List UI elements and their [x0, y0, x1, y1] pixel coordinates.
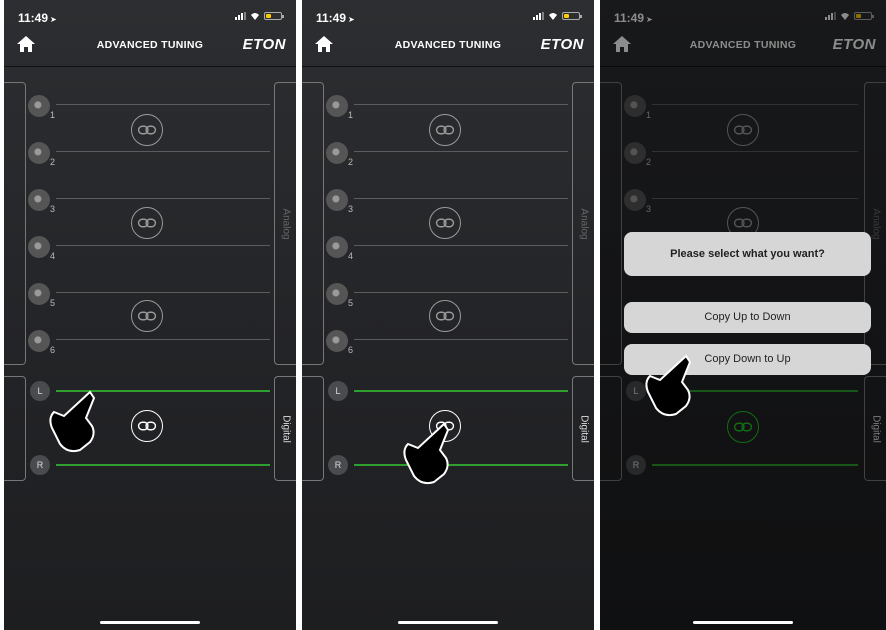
digital-left-knob[interactable]: L — [328, 381, 348, 401]
battery-icon — [264, 12, 284, 20]
link-icon[interactable] — [429, 300, 461, 332]
channel-5-line — [354, 292, 568, 293]
hand-pointer-icon — [645, 354, 692, 417]
digital-right-line — [56, 464, 270, 466]
channel-3-label: 3 — [348, 204, 354, 214]
channel-1-knob[interactable] — [326, 95, 348, 117]
wifi-icon — [251, 13, 259, 20]
channel-3-knob[interactable] — [326, 189, 348, 211]
channel-3-knob[interactable] — [28, 189, 50, 211]
digital-tab[interactable]: Digital — [274, 376, 296, 481]
digital-tab-left[interactable] — [4, 376, 26, 481]
app-header: ADVANCED TUNING ETON — [302, 30, 594, 62]
link-icon[interactable] — [131, 114, 163, 146]
signal-icon — [533, 12, 544, 20]
channel-1-label: 1 — [50, 110, 56, 120]
channel-6-label: 6 — [50, 345, 56, 355]
channel-6-line — [354, 339, 568, 340]
channel-1-knob[interactable] — [28, 95, 50, 117]
digital-tab[interactable]: Digital — [572, 376, 594, 481]
home-indicator — [693, 621, 793, 624]
channel-6-knob[interactable] — [28, 330, 50, 352]
battery-icon — [562, 12, 582, 20]
phone-screen-3: 11:49 ➤ ADVANCED TUNING ETON Analog Digit… — [600, 0, 886, 630]
channel-5-label: 5 — [50, 298, 56, 308]
channel-4-knob[interactable] — [28, 236, 50, 258]
channel-4-line — [354, 245, 568, 246]
link-icon[interactable] — [429, 207, 461, 239]
status-time: 11:49 ➤ — [316, 11, 355, 25]
analog-tab-left[interactable] — [4, 82, 26, 365]
channel-1-label: 1 — [348, 110, 354, 120]
link-icon[interactable] — [131, 207, 163, 239]
home-indicator — [100, 621, 200, 624]
channel-2-label: 2 — [50, 157, 56, 167]
channel-5-label: 5 — [348, 298, 354, 308]
channel-5-knob[interactable] — [326, 283, 348, 305]
signal-icon — [235, 12, 246, 20]
channel-1-line — [56, 104, 270, 105]
channel-3-line — [354, 198, 568, 199]
channel-3-label: 3 — [50, 204, 56, 214]
link-icon[interactable] — [429, 114, 461, 146]
channel-2-knob[interactable] — [28, 142, 50, 164]
analog-tab[interactable]: Analog — [274, 82, 296, 365]
channel-2-knob[interactable] — [326, 142, 348, 164]
analog-tab[interactable]: Analog — [572, 82, 594, 365]
app-header: ADVANCED TUNING ETON — [4, 30, 296, 62]
eton-logo: ETON — [242, 36, 286, 53]
header-divider — [4, 66, 296, 67]
digital-right-knob[interactable]: R — [328, 455, 348, 475]
digital-tab-left[interactable] — [302, 376, 324, 481]
channel-3-line — [56, 198, 270, 199]
status-bar: 11:49 ➤ — [302, 0, 594, 30]
channel-4-line — [56, 245, 270, 246]
channel-6-line — [56, 339, 270, 340]
link-icon[interactable] — [131, 300, 163, 332]
channel-4-label: 4 — [50, 251, 56, 261]
channel-5-line — [56, 292, 270, 293]
digital-left-line — [354, 390, 568, 392]
home-indicator — [398, 621, 498, 624]
status-time: 11:49 ➤ — [18, 11, 57, 25]
link-icon[interactable] — [131, 410, 163, 442]
header-divider — [302, 66, 594, 67]
channel-6-knob[interactable] — [326, 330, 348, 352]
channel-2-label: 2 — [348, 157, 354, 167]
hand-pointer-icon — [49, 390, 96, 453]
dialog-title: Please select what you want? — [624, 232, 871, 276]
channel-1-line — [354, 104, 568, 105]
digital-right-line — [354, 464, 568, 466]
channel-6-label: 6 — [348, 345, 354, 355]
eton-logo: ETON — [540, 36, 584, 53]
phone-screen-2: 11:49 ➤ ADVANCED TUNING ETON Analog Digit… — [302, 0, 594, 630]
channel-2-line — [56, 151, 270, 152]
analog-tab-left[interactable] — [302, 82, 324, 365]
channel-4-knob[interactable] — [326, 236, 348, 258]
phone-screen-1: 11:49 ➤ ADVANCED TUNING ETON Analog Digit… — [4, 0, 296, 630]
copy-up-to-down-button[interactable]: Copy Up to Down — [624, 302, 871, 333]
channel-2-line — [354, 151, 568, 152]
hand-pointer-icon — [403, 422, 450, 485]
digital-right-knob[interactable]: R — [30, 455, 50, 475]
status-bar: 11:49 ➤ — [4, 0, 296, 30]
channel-4-label: 4 — [348, 251, 354, 261]
channel-5-knob[interactable] — [28, 283, 50, 305]
wifi-icon — [549, 13, 557, 20]
